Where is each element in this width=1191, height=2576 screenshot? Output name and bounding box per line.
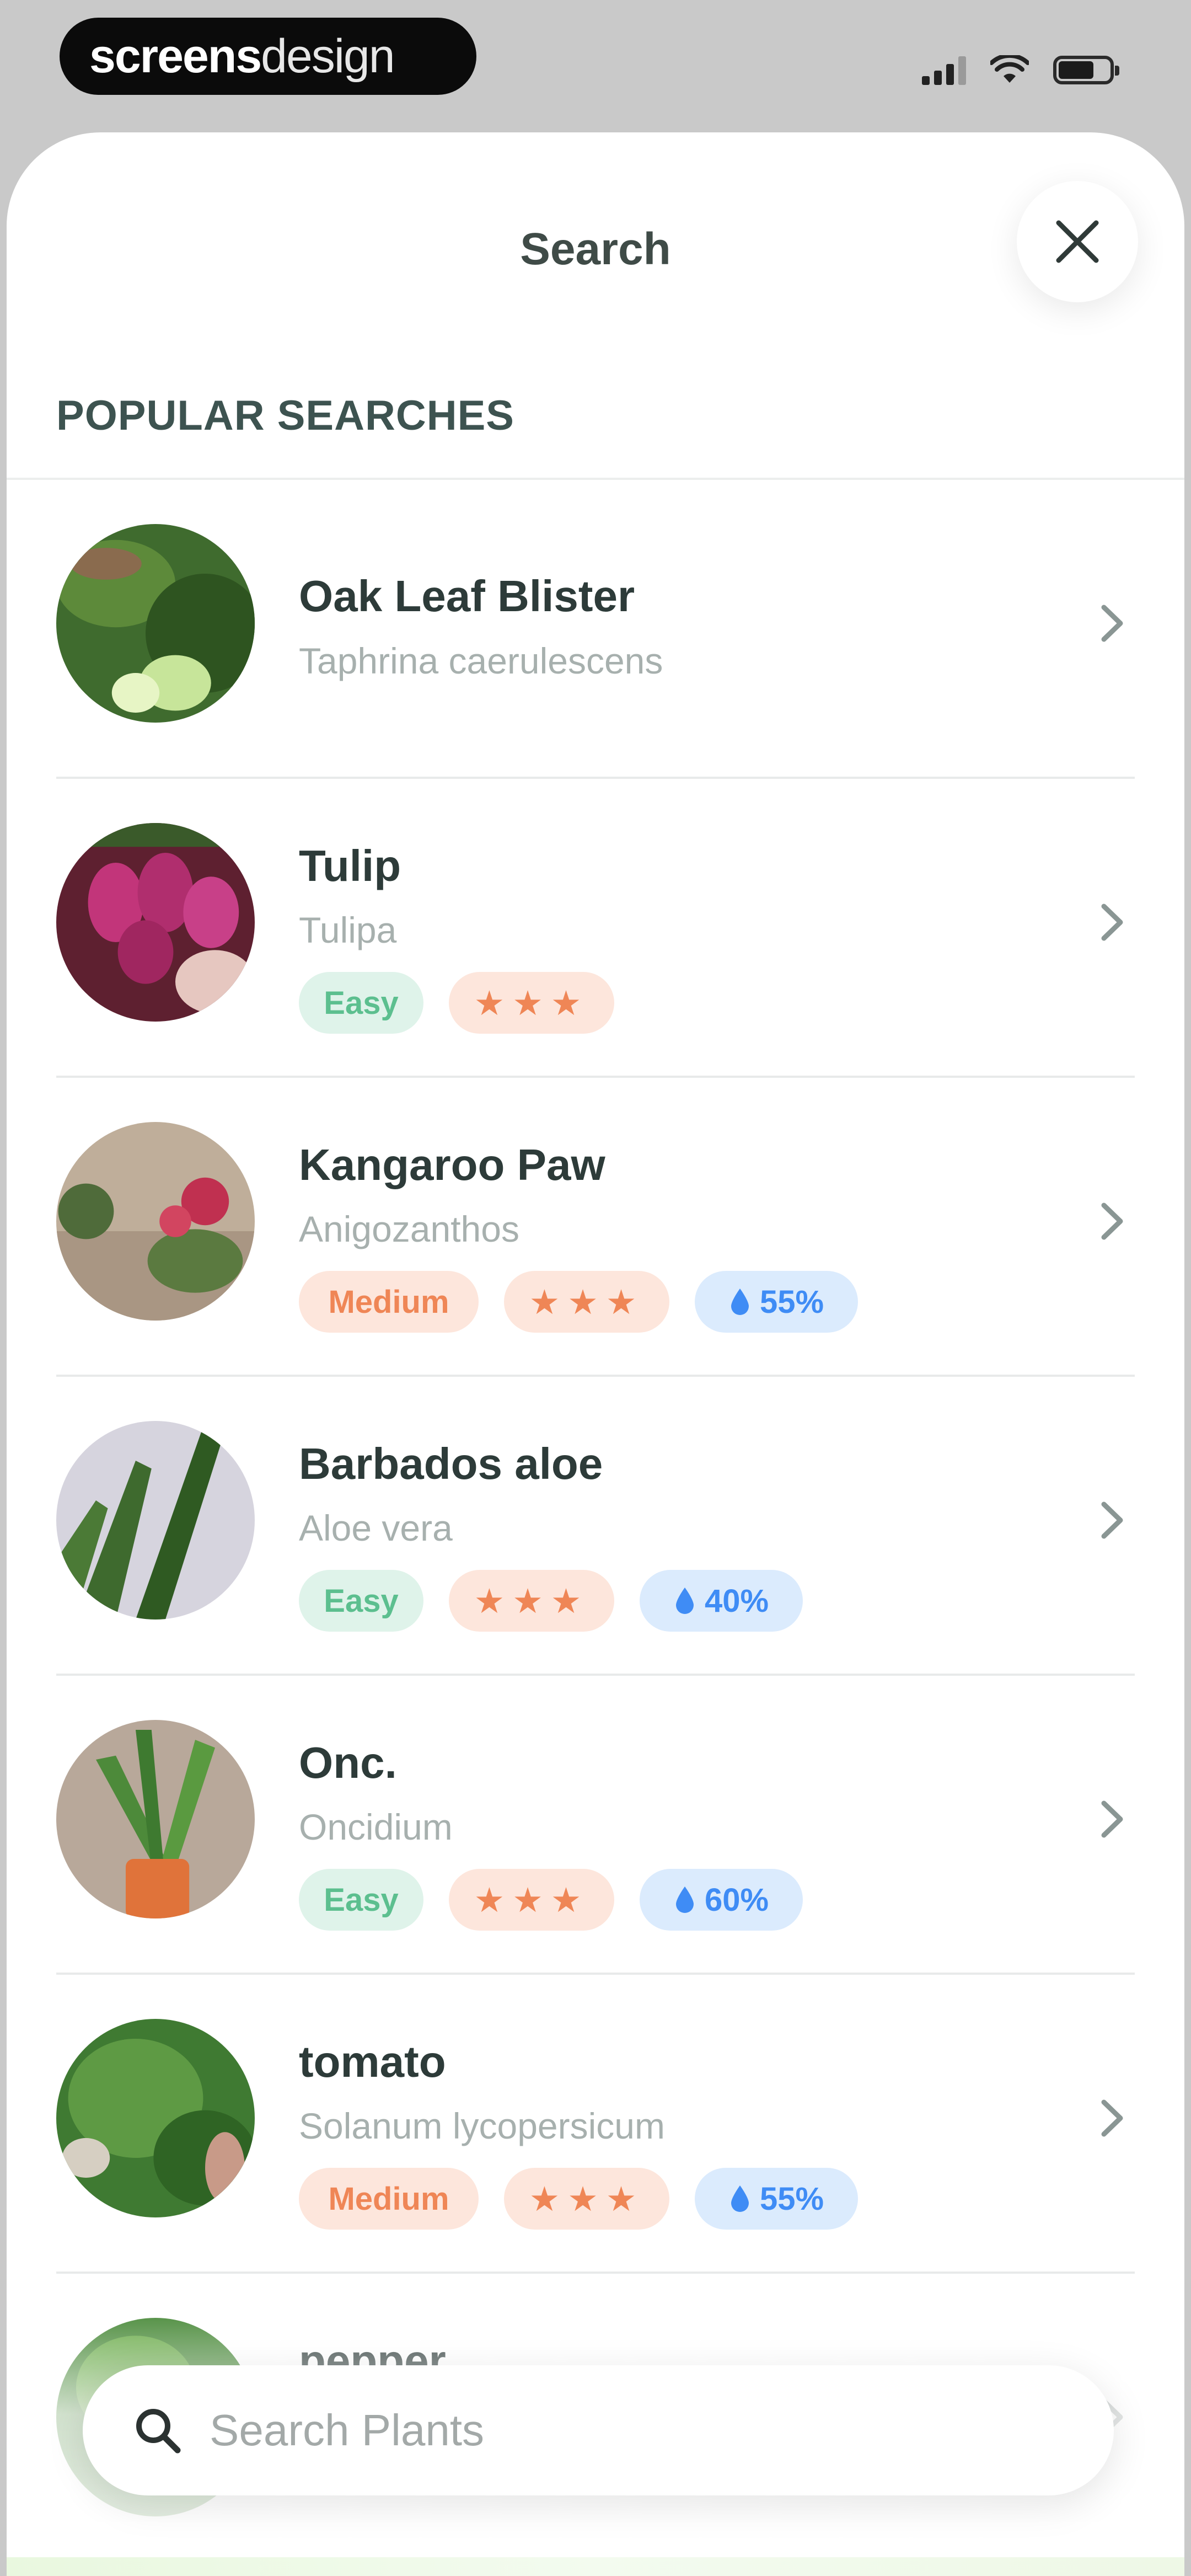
rating-badge: ★★★ (504, 2168, 669, 2230)
plant-name: Oak Leaf Blister (299, 571, 635, 621)
water-percentage: 40% (704, 1583, 769, 1619)
chevron-right-icon (1101, 605, 1123, 642)
plant-name: tomato (299, 2037, 446, 2086)
water-badge: 60% (640, 1869, 803, 1931)
plant-thumbnail (56, 1122, 255, 1321)
close-button[interactable] (1017, 181, 1138, 302)
water-badge: 55% (695, 1271, 858, 1333)
brand-light-text: design (261, 29, 395, 83)
difficulty-badge: Easy (299, 972, 423, 1034)
status-icons (922, 51, 1119, 89)
difficulty-badge: Easy (299, 1869, 423, 1931)
plant-scientific-name: Anigozanthos (299, 1209, 519, 1249)
plant-row-tulip[interactable]: Tulip Tulipa Easy ★★★ (7, 779, 1184, 1078)
app-screen: screens design Search POPULAR SEARCHES O… (0, 0, 1191, 2576)
plant-tags: Easy ★★★ 60% (299, 1869, 803, 1931)
plant-name: Kangaroo Paw (299, 1140, 605, 1189)
plant-name: Barbados aloe (299, 1439, 603, 1488)
water-drop-icon (731, 1289, 749, 1315)
chevron-right-icon (1101, 1203, 1123, 1240)
status-bar: screens design (0, 0, 1191, 127)
search-icon (136, 2409, 181, 2454)
wifi-icon (990, 55, 1029, 83)
plant-name: Onc. (299, 1738, 397, 1787)
plant-thumbnail (56, 2019, 255, 2217)
rating-badge: ★★★ (449, 1869, 614, 1931)
plant-row-barbados-aloe[interactable]: Barbados aloe Aloe vera Easy ★★★ 40% (7, 1377, 1184, 1676)
chevron-right-icon (1101, 2099, 1123, 2137)
battery-icon (1053, 56, 1119, 84)
water-percentage: 55% (759, 2180, 824, 2217)
water-badge: 55% (695, 2168, 858, 2230)
plant-tags: Medium ★★★ 55% (299, 1271, 858, 1333)
water-badge: 40% (640, 1570, 803, 1632)
search-sheet: Search POPULAR SEARCHES Oak Leaf Blister… (7, 132, 1184, 2576)
rating-badge: ★★★ (504, 1271, 669, 1333)
cellular-signal-icon (922, 55, 966, 85)
water-drop-icon (675, 1886, 694, 1913)
difficulty-badge: Medium (299, 1271, 479, 1333)
difficulty-badge: Easy (299, 1570, 423, 1632)
water-drop-icon (731, 2185, 749, 2212)
water-percentage: 60% (704, 1882, 769, 1918)
water-drop-icon (675, 1588, 694, 1614)
plant-thumbnail (56, 1720, 255, 1918)
plant-scientific-name: Aloe vera (299, 1508, 453, 1548)
plant-tags: Easy ★★★ (299, 972, 614, 1034)
plant-row-oak-leaf-blister[interactable]: Oak Leaf Blister Taphrina caerulescens (7, 480, 1184, 779)
plant-scientific-name: Taphrina caerulescens (299, 640, 663, 681)
plant-name: Tulip (299, 841, 401, 890)
plant-thumbnail (56, 524, 255, 723)
plant-row-tomato[interactable]: tomato Solanum lycopersicum Medium ★★★ 5… (7, 1975, 1184, 2274)
brand-bold-text: screens (89, 29, 262, 83)
plant-thumbnail (56, 823, 255, 1022)
plant-tags: Easy ★★★ 40% (299, 1570, 803, 1632)
search-placeholder: Search Plants (210, 2406, 485, 2455)
search-input[interactable]: Search Plants (83, 2365, 1114, 2495)
plant-scientific-name: Solanum lycopersicum (299, 2105, 665, 2146)
plant-row-oncidium[interactable]: Onc. Oncidium Easy ★★★ 60% (7, 1676, 1184, 1975)
plant-scientific-name: Tulipa (299, 910, 397, 950)
rating-badge: ★★★ (449, 972, 614, 1034)
chevron-right-icon (1101, 904, 1123, 941)
difficulty-badge: Medium (299, 2168, 479, 2230)
chevron-right-icon (1101, 1800, 1123, 1838)
plant-tags: Medium ★★★ 55% (299, 2168, 858, 2230)
rating-badge: ★★★ (449, 1570, 614, 1632)
plant-scientific-name: Oncidium (299, 1807, 453, 1847)
water-percentage: 55% (759, 1284, 824, 1320)
chevron-right-icon (1101, 1501, 1123, 1539)
popular-searches-header: POPULAR SEARCHES (56, 392, 514, 439)
plant-row-kangaroo-paw[interactable]: Kangaroo Paw Anigozanthos Medium ★★★ 55% (7, 1078, 1184, 1377)
plant-list: Oak Leaf Blister Taphrina caerulescens T… (7, 480, 1184, 2573)
plant-thumbnail (56, 1421, 255, 1620)
close-icon (1056, 220, 1099, 263)
sheet-title: Search (520, 224, 671, 274)
brand-watermark: screens design (60, 18, 476, 95)
bottom-accent (7, 2557, 1184, 2576)
